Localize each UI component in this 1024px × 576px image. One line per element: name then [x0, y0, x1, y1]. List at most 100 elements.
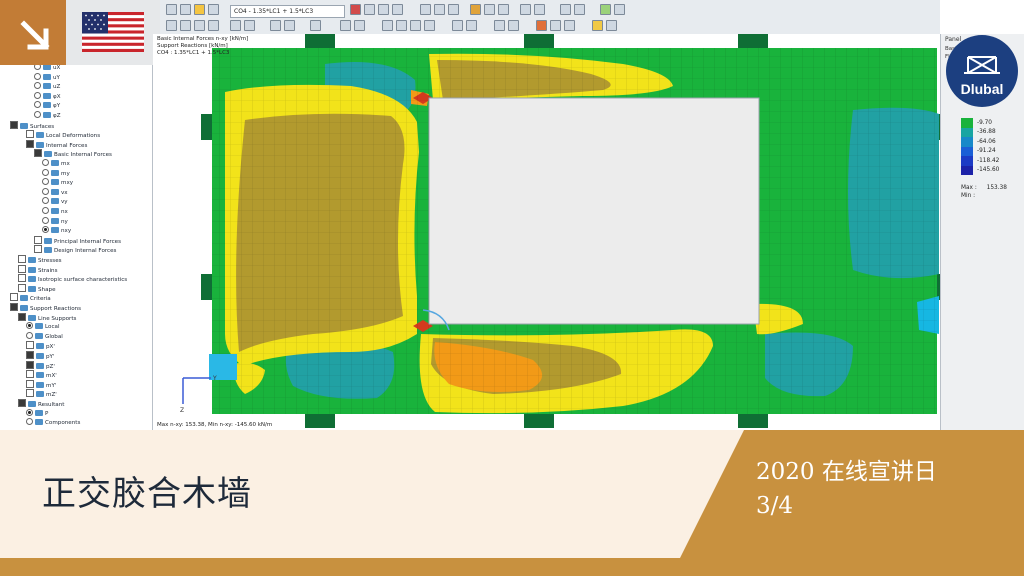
- mirror-view-icon[interactable]: [564, 20, 575, 31]
- tree-item[interactable]: nxy: [42, 226, 71, 236]
- tree-item[interactable]: Components: [26, 418, 80, 428]
- results-icon[interactable]: [364, 4, 375, 15]
- checkbox[interactable]: [34, 235, 42, 244]
- checkbox[interactable]: [26, 341, 34, 350]
- radio-button[interactable]: [34, 65, 41, 70]
- export-icon[interactable]: [550, 20, 561, 31]
- checkbox[interactable]: [10, 293, 18, 302]
- checkbox[interactable]: [34, 149, 42, 158]
- load-icon[interactable]: [244, 20, 255, 31]
- radio-button[interactable]: [42, 197, 49, 205]
- iso-view-icon[interactable]: [424, 20, 435, 31]
- tree-item[interactable]: vx: [42, 187, 68, 198]
- radio-button[interactable]: [26, 322, 33, 330]
- render-icon[interactable]: [470, 4, 481, 15]
- checkbox[interactable]: [18, 283, 26, 292]
- view-icon[interactable]: [378, 4, 389, 15]
- checkbox[interactable]: [26, 351, 34, 359]
- radio-button[interactable]: [34, 111, 41, 118]
- node-icon[interactable]: [166, 20, 177, 31]
- radio-button[interactable]: [42, 216, 49, 224]
- tree-item[interactable]: vy: [42, 197, 68, 207]
- select-icon[interactable]: [520, 4, 531, 15]
- checkbox[interactable]: [18, 312, 26, 321]
- checkbox[interactable]: [26, 370, 34, 379]
- section-icon[interactable]: [498, 4, 509, 15]
- display-icon[interactable]: [392, 4, 403, 15]
- isolines-icon[interactable]: [466, 20, 477, 31]
- checkbox[interactable]: [18, 399, 26, 407]
- tree-item[interactable]: φX: [34, 91, 61, 102]
- checkbox[interactable]: [26, 360, 34, 369]
- surface-icon[interactable]: [208, 20, 219, 31]
- view-x-icon[interactable]: [382, 20, 393, 31]
- back-arrow-tile[interactable]: [0, 0, 66, 65]
- help-icon[interactable]: [606, 20, 617, 31]
- checkbox[interactable]: [18, 255, 26, 263]
- print-icon[interactable]: [574, 4, 585, 15]
- rotate-icon[interactable]: [284, 20, 295, 31]
- scale-icon[interactable]: [508, 20, 519, 31]
- checkbox[interactable]: [18, 274, 26, 283]
- report-icon[interactable]: [536, 20, 547, 31]
- highlight-icon[interactable]: [592, 20, 603, 31]
- zoom-icon[interactable]: [434, 4, 445, 15]
- tree-item[interactable]: Local: [26, 322, 60, 332]
- radio-button[interactable]: [42, 226, 49, 234]
- new-file-icon[interactable]: [166, 4, 177, 15]
- checkbox[interactable]: [10, 303, 18, 311]
- wireframe-icon[interactable]: [484, 4, 495, 15]
- support-icon[interactable]: [230, 20, 241, 31]
- radio-button[interactable]: [42, 187, 49, 195]
- pan-icon[interactable]: [448, 4, 459, 15]
- radio-button[interactable]: [26, 418, 33, 426]
- folder-icon[interactable]: [194, 4, 205, 15]
- radio-button[interactable]: [42, 207, 49, 214]
- radio-button[interactable]: [42, 178, 49, 186]
- checkbox[interactable]: [26, 139, 34, 148]
- checkbox[interactable]: [34, 245, 42, 254]
- settings-icon[interactable]: [614, 4, 625, 15]
- radio-button[interactable]: [26, 408, 33, 416]
- filter-icon[interactable]: [534, 4, 545, 15]
- tree-item[interactable]: Global: [26, 331, 63, 342]
- animate-icon[interactable]: [494, 20, 505, 31]
- calculate-icon[interactable]: [350, 4, 361, 15]
- tree-item[interactable]: φZ: [34, 111, 61, 121]
- checkbox[interactable]: [26, 389, 34, 398]
- load-combination-select[interactable]: CO4 - 1.35*LC1 + 1.5*LC3: [230, 5, 345, 18]
- tree-item[interactable]: mx: [42, 159, 70, 169]
- line-icon[interactable]: [180, 20, 191, 31]
- radio-button[interactable]: [42, 159, 49, 166]
- radio-button[interactable]: [34, 101, 41, 109]
- us-flag-icon[interactable]: [82, 12, 144, 52]
- member-icon[interactable]: [194, 20, 205, 31]
- tree-item[interactable]: P: [26, 408, 48, 419]
- checkbox[interactable]: [18, 264, 26, 273]
- checkbox[interactable]: [26, 379, 34, 388]
- checkbox[interactable]: [26, 130, 34, 139]
- checkbox[interactable]: [10, 120, 18, 129]
- tree-item[interactable]: φY: [34, 101, 60, 111]
- tree-item[interactable]: ny: [42, 216, 68, 227]
- table-icon[interactable]: [600, 4, 611, 15]
- measure-icon[interactable]: [560, 4, 571, 15]
- radio-button[interactable]: [34, 72, 41, 80]
- tree-item[interactable]: nx: [42, 207, 68, 217]
- move-icon[interactable]: [270, 20, 281, 31]
- view-y-icon[interactable]: [396, 20, 407, 31]
- connect-icon[interactable]: [354, 20, 365, 31]
- tree-item[interactable]: uY: [34, 72, 60, 83]
- grid-icon[interactable]: [420, 4, 431, 15]
- view-z-icon[interactable]: [410, 20, 421, 31]
- tree-item[interactable]: uZ: [34, 82, 60, 92]
- open-file-icon[interactable]: [180, 4, 191, 15]
- radio-button[interactable]: [26, 331, 33, 339]
- radio-button[interactable]: [34, 91, 41, 99]
- save-icon[interactable]: [208, 4, 219, 15]
- tree-item[interactable]: my: [42, 168, 70, 179]
- mirror-icon[interactable]: [310, 20, 321, 31]
- divide-icon[interactable]: [340, 20, 351, 31]
- radio-button[interactable]: [34, 82, 41, 90]
- radio-button[interactable]: [42, 168, 49, 176]
